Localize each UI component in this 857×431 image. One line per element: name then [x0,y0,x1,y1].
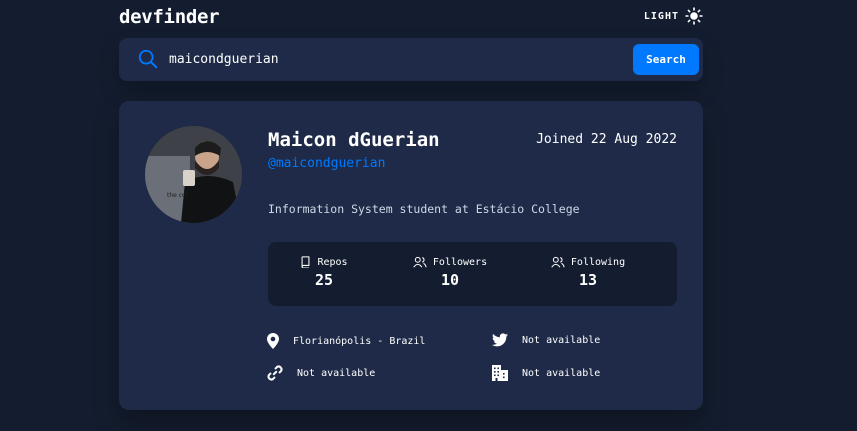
profile-card: the cof Maicon dGuerian @maicondguerian … [119,101,703,410]
stat-label: Following [570,256,626,268]
twitter-text: Not available [522,334,601,346]
blog-text[interactable]: Not available [297,368,375,379]
theme-label: LIGHT [643,10,679,22]
stat-value: 25 [314,271,334,289]
app-logo: devfinder [119,6,220,28]
location-text: Florianópolis - Brazil [293,335,426,347]
stat-label: Followers [432,256,488,268]
company-building-icon [492,365,508,381]
twitter-info: Not available [492,333,600,347]
stat-following: Following 13 [544,256,632,289]
profile-name: Maicon dGuerian [268,129,440,151]
theme-toggle[interactable]: LIGHT [644,7,703,25]
users-icon [551,256,565,268]
profile-login-link[interactable]: @maicondguerian [268,156,385,171]
location-pin-icon [267,333,279,349]
stat-label: Repos [317,256,348,268]
stats-panel: Repos 25 Followers 10 Following 13 [268,242,677,306]
profile-bio: Information System student at Estácio Co… [268,202,580,216]
search-icon [138,49,158,69]
stat-value: 10 [440,271,460,289]
stat-followers: Followers 10 [404,256,496,289]
stat-value: 13 [578,271,598,289]
company-text: Not available [522,367,601,379]
avatar: the cof [145,126,242,223]
link-icon [267,365,283,381]
blog-info: Not available [267,365,375,381]
search-button[interactable]: Search [633,44,699,75]
repo-icon [301,256,310,268]
search-bar: Search [119,38,703,81]
joined-date: Joined 22 Aug 2022 [536,132,677,147]
location-info: Florianópolis - Brazil [267,333,425,349]
app-header: devfinder LIGHT [119,6,703,30]
users-icon [413,256,427,268]
stat-repos: Repos 25 [286,256,362,289]
search-input[interactable] [169,48,569,70]
svg-text:the cof: the cof [167,192,189,199]
avatar-photo: the cof [145,126,242,223]
company-info: Not available [492,365,600,381]
sun-icon [685,7,703,25]
twitter-icon [492,333,508,347]
